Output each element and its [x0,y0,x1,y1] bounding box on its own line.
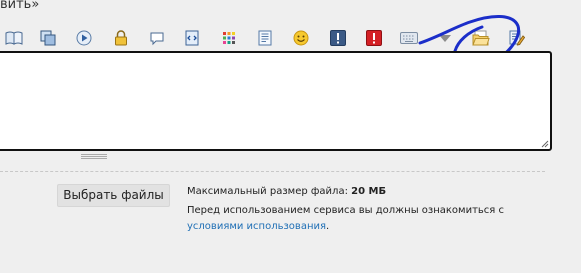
terms-of-use-link[interactable]: условиями использования [187,221,326,232]
smiley-icon[interactable] [291,28,311,48]
keyboard-icon[interactable] [399,28,419,48]
section-divider [0,171,545,172]
terms-line: условиями использования. [187,221,329,232]
message-editor-textarea[interactable] [0,51,552,151]
max-size-label: Максимальный размер файла: [187,186,348,197]
lock-icon[interactable] [111,28,131,48]
dropdown-triangle-icon[interactable] [435,28,455,48]
play-circle-icon[interactable] [74,28,94,48]
speech-bubble-icon[interactable] [147,28,167,48]
folder-open-icon[interactable] [471,28,491,48]
book-icon[interactable] [4,28,24,48]
max-file-size-line: Максимальный размер файла: 20 МБ [187,186,386,197]
terms-suffix: . [326,221,330,232]
terms-notice: Перед использованием сервиса вы должны о… [187,205,504,216]
copy-pages-icon[interactable] [38,28,58,48]
max-size-value: 20 МБ [351,186,387,197]
choose-files-button[interactable]: Выбрать файлы [57,184,170,207]
alert-exclamation-icon[interactable] [364,28,384,48]
color-palette-icon[interactable] [219,28,239,48]
page-title-fragment: вить» [0,0,40,12]
resize-grip-handle[interactable] [81,154,107,159]
edit-document-icon[interactable] [507,28,527,48]
info-exclamation-icon[interactable] [328,28,348,48]
resize-corner-icon[interactable] [541,140,549,148]
code-document-icon[interactable] [182,28,202,48]
text-document-icon[interactable] [255,28,275,48]
